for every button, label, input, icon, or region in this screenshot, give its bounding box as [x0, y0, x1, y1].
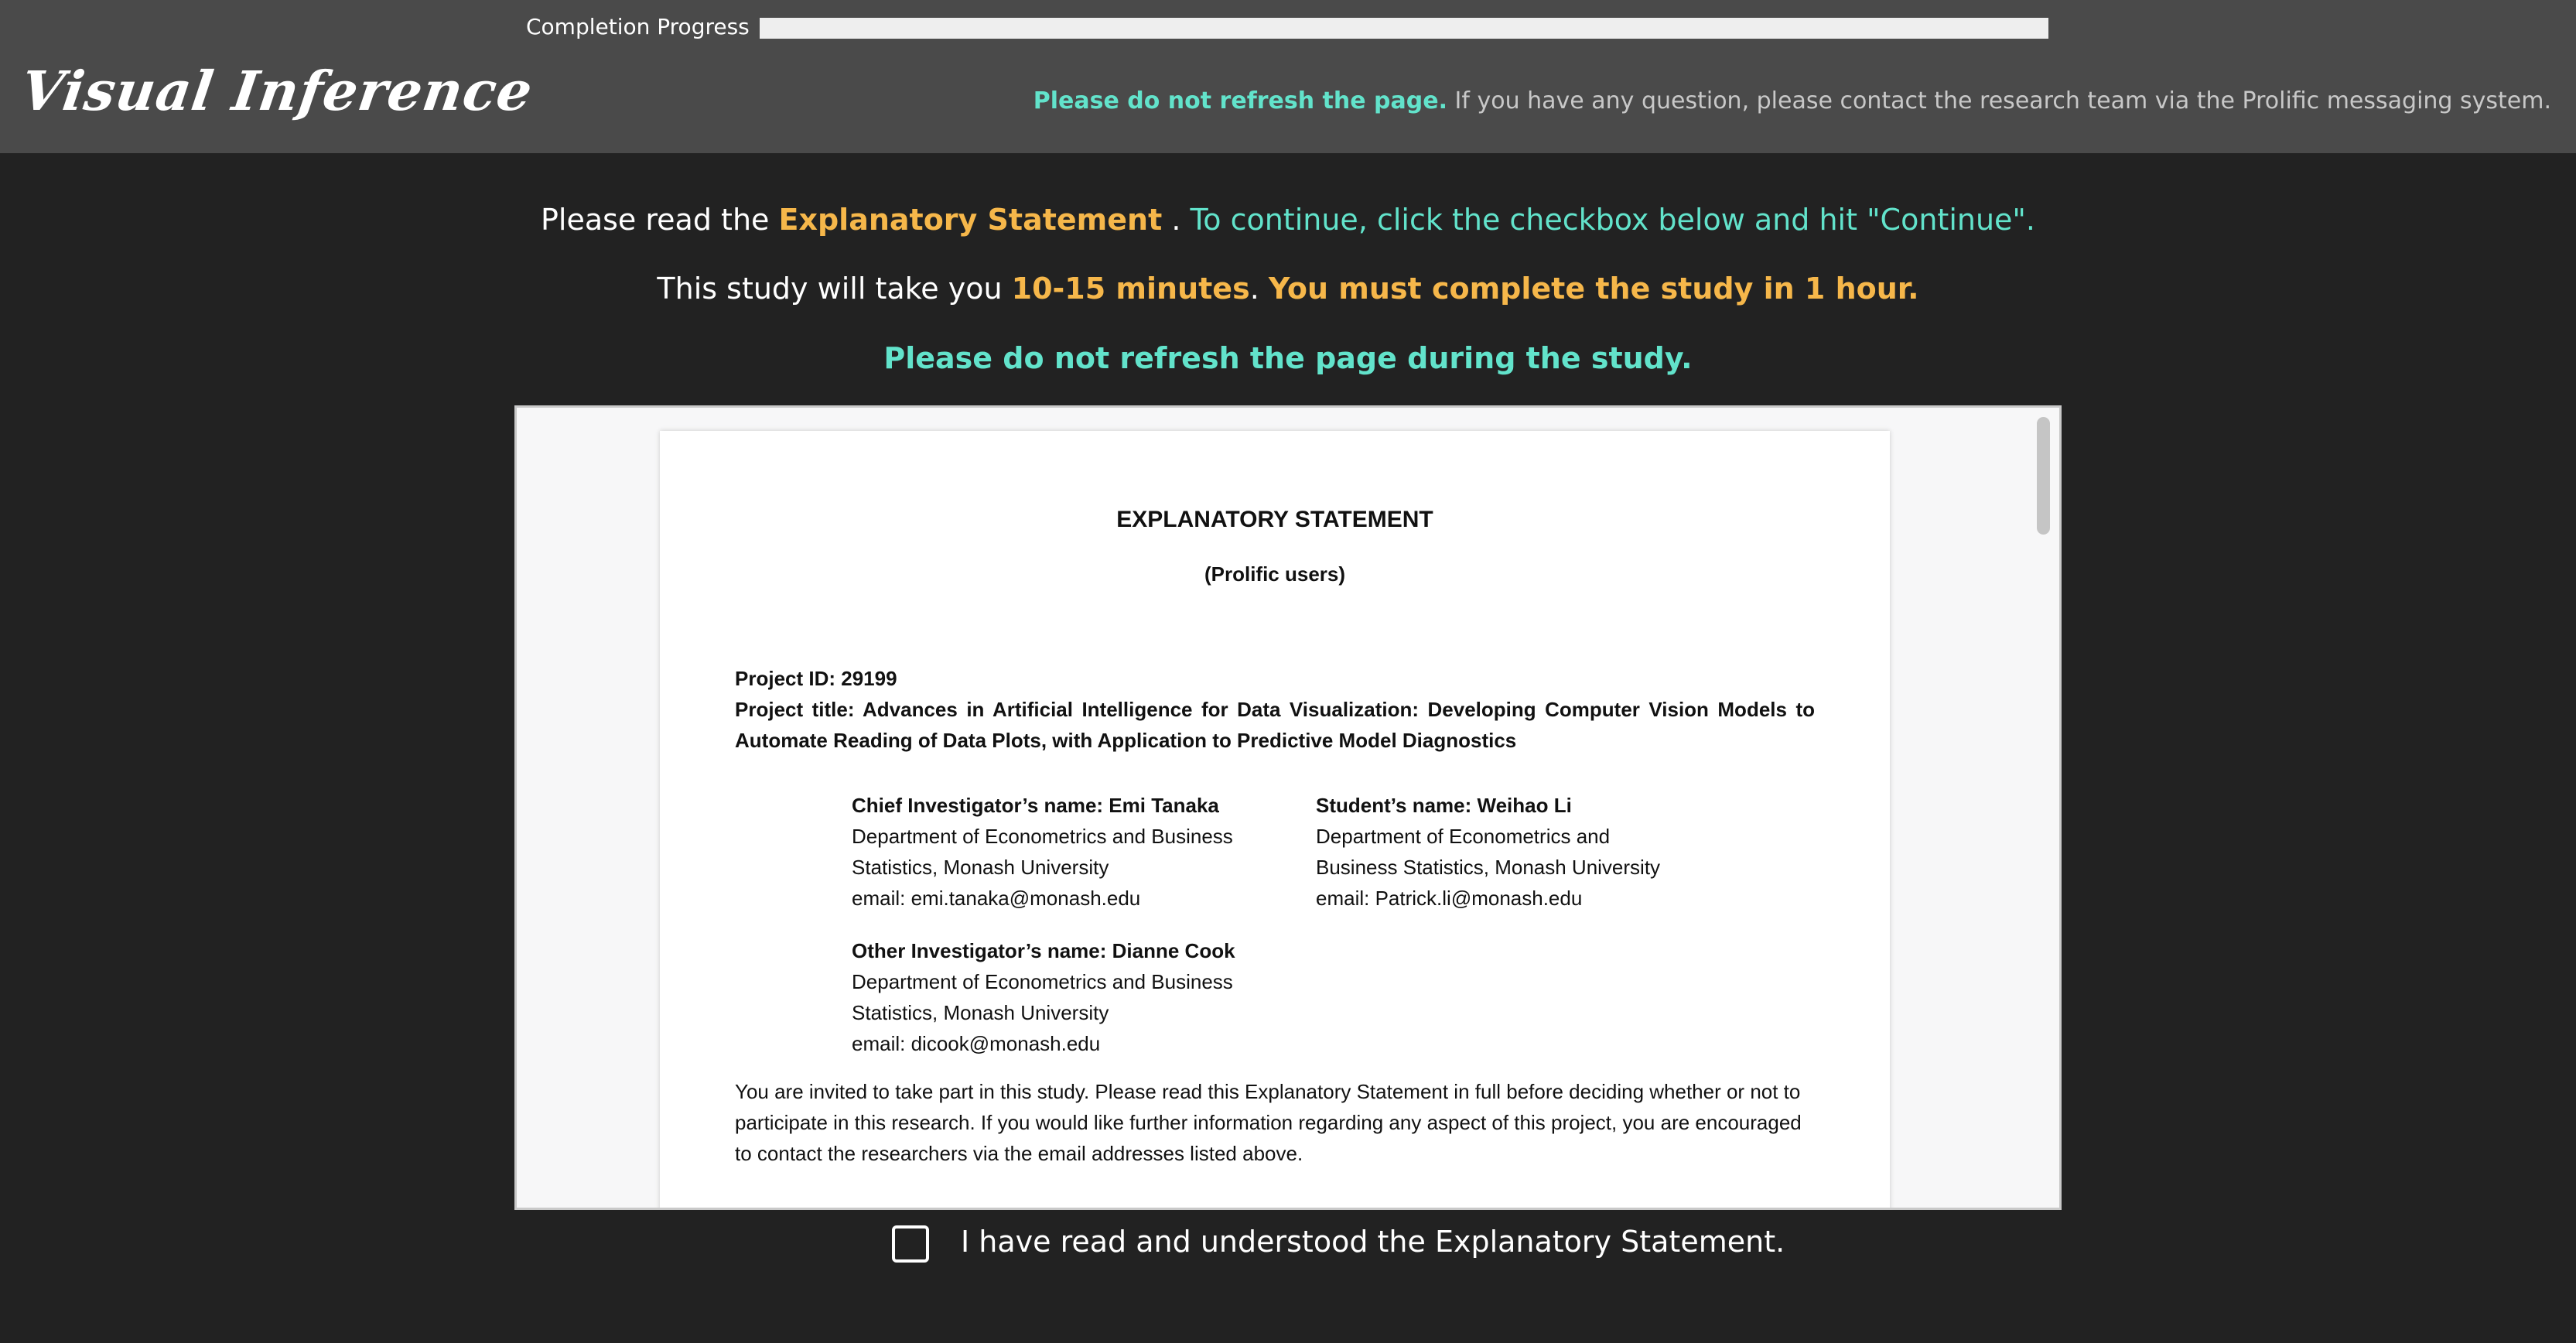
student-dept: Business Statistics, Monash University — [1316, 856, 1661, 879]
instruction-text: This study will take you — [657, 272, 1012, 306]
consent-checkbox-label[interactable]: I have read and understood the Explanato… — [961, 1225, 1785, 1259]
instruction-text: Please read the — [541, 203, 779, 237]
pdf-viewer[interactable]: EXPLANATORY STATEMENT (Prolific users) P… — [514, 405, 2062, 1210]
student-block: Student’s name: Weihao Li Department of … — [1316, 790, 1734, 914]
instruction-duration: This study will take you 10-15 minutes. … — [0, 272, 2576, 306]
instruction-read-statement: Please read the Explanatory Statement . … — [0, 203, 2576, 237]
chief-investigator-email: email: emi.tanaka@monash.edu — [852, 887, 1141, 910]
chief-investigator-dept: Department of Econometrics and Business — [852, 825, 1233, 848]
header-notice: Please do not refresh the page. If you h… — [1033, 87, 2551, 114]
instruction-no-refresh: Please do not refresh the page during th… — [0, 341, 2576, 375]
other-investigator-dept: Department of Econometrics and Business — [852, 970, 1233, 993]
student-dept: Department of Econometrics and — [1316, 825, 1611, 848]
instruction-text: . — [1249, 272, 1269, 306]
contact-notice: If you have any question, please contact… — [1447, 87, 2551, 114]
continue-instruction: To continue, click the checkbox below an… — [1190, 203, 2035, 237]
viewer-scrollbar[interactable] — [2037, 417, 2050, 535]
study-duration: 10-15 minutes — [1011, 272, 1250, 306]
student-name: Student’s name: Weihao Li — [1316, 794, 1572, 817]
visual-inference-logo: Visual Inference — [17, 59, 537, 123]
project-id: Project ID: 29199 — [735, 667, 897, 690]
document-title: EXPLANATORY STATEMENT — [1116, 507, 1433, 532]
study-deadline: You must complete the study in 1 hour. — [1268, 272, 1919, 306]
no-refresh-warning: Please do not refresh the page during th… — [883, 341, 1693, 375]
instruction-text: . — [1162, 203, 1191, 237]
student-email: email: Patrick.li@monash.edu — [1316, 887, 1583, 910]
chief-investigator-block: Chief Investigator’s name: Emi Tanaka De… — [852, 790, 1285, 914]
refresh-warning: Please do not refresh the page. — [1033, 87, 1447, 114]
invitation-paragraph: You are invited to take part in this stu… — [735, 1080, 1802, 1165]
other-investigator-email: email: dicook@monash.edu — [852, 1032, 1101, 1055]
explanatory-statement-link[interactable]: Explanatory Statement — [779, 203, 1163, 237]
other-investigator-block: Other Investigator’s name: Dianne Cook D… — [852, 935, 1285, 1059]
document-subtitle: (Prolific users) — [1204, 562, 1346, 586]
completion-progress-bar — [760, 18, 2048, 39]
document-page: EXPLANATORY STATEMENT (Prolific users) P… — [660, 431, 1890, 1208]
chief-investigator-dept: Statistics, Monash University — [852, 856, 1109, 879]
header-bar: Completion Progress Visual Inference Ple… — [0, 0, 2576, 153]
project-title: Project title: Advances in Artificial In… — [735, 698, 1815, 752]
consent-checkbox[interactable] — [892, 1225, 929, 1263]
chief-investigator-name: Chief Investigator’s name: Emi Tanaka — [852, 794, 1219, 817]
progress-label: Completion Progress — [526, 14, 750, 39]
other-investigator-dept: Statistics, Monash University — [852, 1001, 1109, 1024]
other-investigator-name: Other Investigator’s name: Dianne Cook — [852, 939, 1235, 962]
